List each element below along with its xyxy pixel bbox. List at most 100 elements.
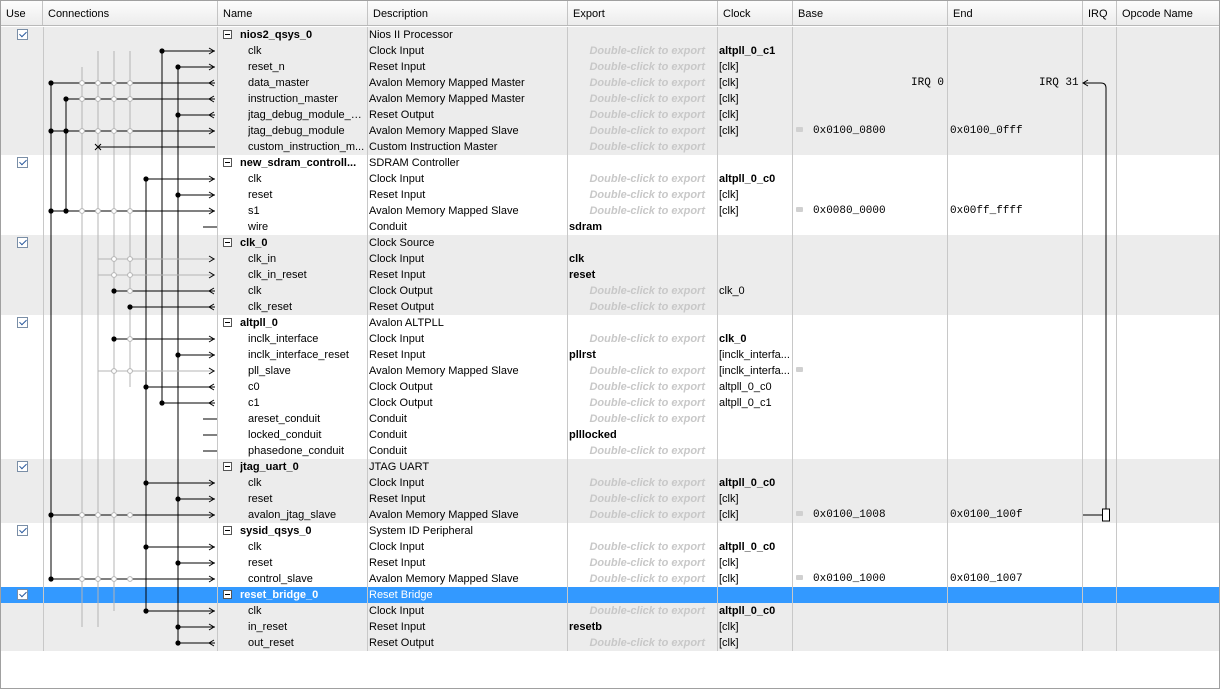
export-placeholder[interactable]: Double-click to export: [569, 203, 717, 219]
interface-name[interactable]: out_reset: [248, 635, 365, 651]
export-placeholder[interactable]: Double-click to export: [569, 43, 717, 59]
export-value[interactable]: pllrst: [569, 347, 717, 363]
column-header-export[interactable]: Export: [568, 1, 718, 25]
export-value[interactable]: reset: [569, 267, 717, 283]
interface-name[interactable]: instruction_master: [248, 91, 365, 107]
lock-icon[interactable]: [796, 575, 803, 580]
interface-name[interactable]: control_slave: [248, 571, 365, 587]
interface-name[interactable]: reset_n: [248, 59, 365, 75]
collapse-toggle-icon[interactable]: [223, 30, 232, 39]
interface-name[interactable]: phasedone_conduit: [248, 443, 365, 459]
export-placeholder[interactable]: Double-click to export: [569, 187, 717, 203]
export-placeholder[interactable]: Double-click to export: [569, 299, 717, 315]
export-placeholder[interactable]: Double-click to export: [569, 571, 717, 587]
export-placeholder[interactable]: Double-click to export: [569, 555, 717, 571]
end-address[interactable]: 0x00ff_ffff: [950, 203, 1080, 219]
export-placeholder[interactable]: Double-click to export: [569, 635, 717, 651]
component-name[interactable]: altpll_0: [240, 315, 365, 331]
interface-name[interactable]: avalon_jtag_slave: [248, 507, 365, 523]
column-header-description[interactable]: Description: [368, 1, 568, 25]
component-name[interactable]: jtag_uart_0: [240, 459, 365, 475]
clock-value[interactable]: [clk]: [719, 187, 793, 203]
export-placeholder[interactable]: Double-click to export: [569, 107, 717, 123]
export-placeholder[interactable]: Double-click to export: [569, 395, 717, 411]
interface-name[interactable]: c0: [248, 379, 365, 395]
clock-value[interactable]: [clk]: [719, 59, 793, 75]
clock-value[interactable]: [clk]: [719, 91, 793, 107]
export-placeholder[interactable]: Double-click to export: [569, 603, 717, 619]
clock-value[interactable]: altpll_0_c0: [719, 379, 793, 395]
export-placeholder[interactable]: Double-click to export: [569, 59, 717, 75]
base-address[interactable]: 0x0100_1008: [796, 507, 946, 523]
interface-name[interactable]: clk: [248, 171, 365, 187]
interface-name[interactable]: custom_instruction_m...: [248, 139, 365, 155]
lock-icon[interactable]: [796, 127, 803, 132]
clock-value[interactable]: altpll_0_c0: [719, 171, 793, 187]
lock-icon[interactable]: [796, 367, 803, 372]
export-placeholder[interactable]: Double-click to export: [569, 171, 717, 187]
interface-name[interactable]: clk_reset: [248, 299, 365, 315]
interface-name[interactable]: pll_slave: [248, 363, 365, 379]
export-placeholder[interactable]: Double-click to export: [569, 491, 717, 507]
interface-name[interactable]: jtag_debug_module: [248, 123, 365, 139]
clock-value[interactable]: altpll_0_c1: [719, 395, 793, 411]
column-header-connections[interactable]: Connections: [43, 1, 218, 25]
clock-value[interactable]: altpll_0_c0: [719, 539, 793, 555]
interface-name[interactable]: locked_conduit: [248, 427, 365, 443]
clock-value[interactable]: [clk]: [719, 571, 793, 587]
clock-value[interactable]: [clk]: [719, 555, 793, 571]
collapse-toggle-icon[interactable]: [223, 590, 232, 599]
clock-value[interactable]: altpll_0_c1: [719, 43, 793, 59]
export-placeholder[interactable]: Double-click to export: [569, 123, 717, 139]
component-name[interactable]: nios2_qsys_0: [240, 27, 365, 43]
column-header-end[interactable]: End: [948, 1, 1083, 25]
collapse-toggle-icon[interactable]: [223, 238, 232, 247]
export-value[interactable]: clk: [569, 251, 717, 267]
export-placeholder[interactable]: Double-click to export: [569, 75, 717, 91]
clock-value[interactable]: [clk]: [719, 107, 793, 123]
clock-value[interactable]: [clk]: [719, 619, 793, 635]
base-address[interactable]: [796, 363, 946, 379]
interface-name[interactable]: reset: [248, 491, 365, 507]
component-name[interactable]: clk_0: [240, 235, 365, 251]
base-address[interactable]: 0x0080_0000: [796, 203, 946, 219]
clock-value[interactable]: [clk]: [719, 635, 793, 651]
clock-value[interactable]: altpll_0_c0: [719, 475, 793, 491]
interface-name[interactable]: c1: [248, 395, 365, 411]
export-placeholder[interactable]: Double-click to export: [569, 363, 717, 379]
export-placeholder[interactable]: Double-click to export: [569, 475, 717, 491]
clock-value[interactable]: [inclk_interfa...: [719, 347, 793, 363]
clock-value[interactable]: clk_0: [719, 283, 793, 299]
interface-name[interactable]: clk: [248, 43, 365, 59]
column-header-use[interactable]: Use: [1, 1, 43, 25]
clock-value[interactable]: [clk]: [719, 507, 793, 523]
interface-name[interactable]: wire: [248, 219, 365, 235]
column-header-clock[interactable]: Clock: [718, 1, 793, 25]
interface-name[interactable]: reset: [248, 555, 365, 571]
interface-name[interactable]: data_master: [248, 75, 365, 91]
clock-value[interactable]: [clk]: [719, 75, 793, 91]
interface-name[interactable]: clk: [248, 603, 365, 619]
interface-name[interactable]: reset: [248, 187, 365, 203]
export-placeholder[interactable]: Double-click to export: [569, 139, 717, 155]
end-address[interactable]: 0x0100_100f: [950, 507, 1080, 523]
clock-value[interactable]: [inclk_interfa...: [719, 363, 793, 379]
export-value[interactable]: plllocked: [569, 427, 717, 443]
component-name[interactable]: new_sdram_controll...: [240, 155, 365, 171]
column-header-name[interactable]: Name: [218, 1, 368, 25]
end-address[interactable]: 0x0100_1007: [950, 571, 1080, 587]
export-placeholder[interactable]: Double-click to export: [569, 411, 717, 427]
interface-name[interactable]: clk_in: [248, 251, 365, 267]
interface-name[interactable]: in_reset: [248, 619, 365, 635]
clock-value[interactable]: clk_0: [719, 331, 793, 347]
connections-graph[interactable]: [1, 27, 221, 651]
export-placeholder[interactable]: Double-click to export: [569, 331, 717, 347]
export-placeholder[interactable]: Double-click to export: [569, 443, 717, 459]
interface-name[interactable]: inclk_interface: [248, 331, 365, 347]
clock-value[interactable]: [clk]: [719, 203, 793, 219]
interface-name[interactable]: clk: [248, 475, 365, 491]
base-address[interactable]: 0x0100_1000: [796, 571, 946, 587]
column-header-irq[interactable]: IRQ: [1083, 1, 1117, 25]
clock-value[interactable]: [clk]: [719, 491, 793, 507]
clock-value[interactable]: [clk]: [719, 123, 793, 139]
